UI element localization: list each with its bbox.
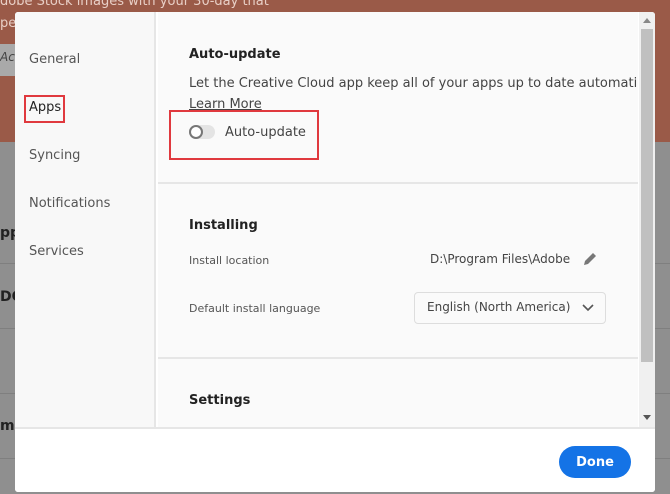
sidebar: General Apps Syncing Notifications Servi… <box>15 12 156 427</box>
installing-section: Installing Install location D:\Program F… <box>158 184 638 359</box>
scroll-up-icon[interactable] <box>643 18 651 23</box>
preferences-dialog: General Apps Syncing Notifications Servi… <box>15 12 655 492</box>
done-button[interactable]: Done <box>559 446 631 478</box>
sidebar-item-general[interactable]: General <box>29 52 80 67</box>
dialog-footer: Done <box>15 427 655 492</box>
section-title: Auto-update <box>189 47 281 62</box>
sidebar-item-notifications[interactable]: Notifications <box>29 196 110 211</box>
chevron-down-icon <box>582 304 594 312</box>
highlight-box <box>24 95 65 123</box>
scrollbar-thumb[interactable] <box>641 29 653 132</box>
main-panel: Auto-update Let the Creative Cloud app k… <box>158 12 638 427</box>
section-title: Installing <box>189 218 258 233</box>
scrollbar-thumb[interactable] <box>641 132 653 362</box>
sidebar-item-services[interactable]: Services <box>29 244 84 259</box>
pencil-icon[interactable] <box>582 251 598 267</box>
highlight-box <box>169 110 319 160</box>
section-title: Settings <box>189 393 251 408</box>
language-select[interactable]: English (North America) <box>414 292 606 324</box>
background-fragment: Ac <box>0 50 15 64</box>
scrollbar[interactable] <box>639 12 655 427</box>
background-banner-text: dobe Stock images with your 30-day that <box>0 0 269 9</box>
default-language-label: Default install language <box>189 302 321 315</box>
install-location-label: Install location <box>189 254 270 267</box>
install-location-value: D:\Program Files\Adobe <box>430 252 571 266</box>
sidebar-item-syncing[interactable]: Syncing <box>29 148 80 163</box>
language-select-value: English (North America) <box>427 300 571 314</box>
auto-update-description: Let the Creative Cloud app keep all of y… <box>189 76 638 91</box>
auto-update-section: Auto-update Let the Creative Cloud app k… <box>158 12 638 184</box>
scroll-down-icon[interactable] <box>643 415 651 420</box>
